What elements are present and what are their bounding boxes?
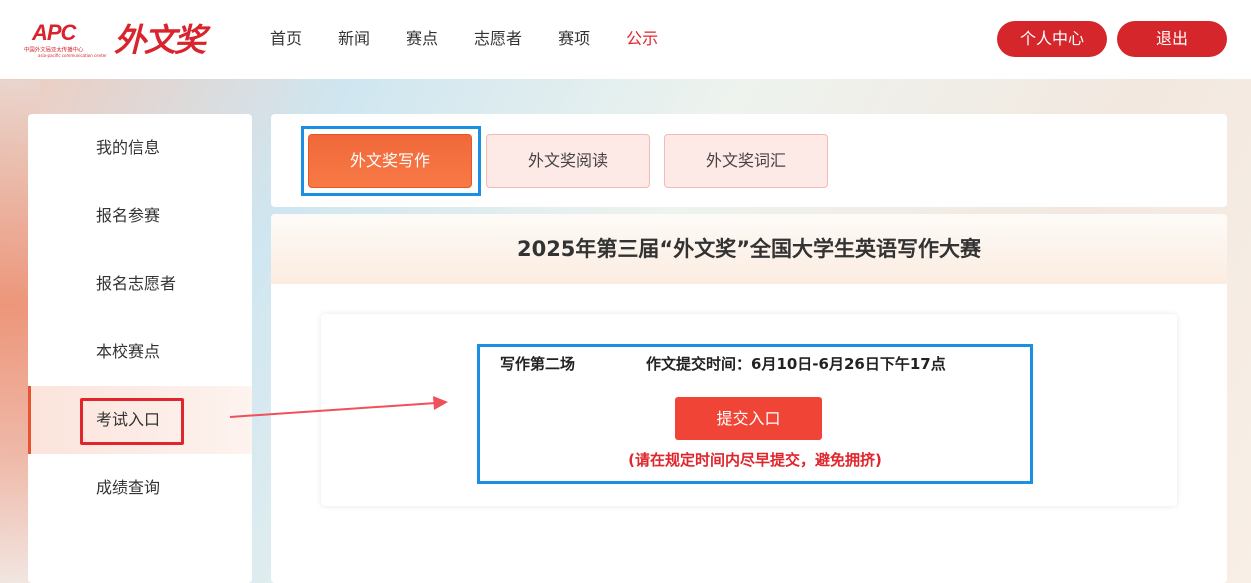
nav-home[interactable]: 首页 <box>270 28 302 50</box>
exam-highlight-box: 写作第二场 作文提交时间：6月10日-6月26日下午17点 提交入口 (请在规定… <box>477 344 1033 484</box>
top-header: APC 中国外文局亚太传播中心 asia-pacific communicati… <box>0 0 1251 79</box>
nav-news[interactable]: 新闻 <box>338 28 370 50</box>
submission-notice: (请在规定时间内尽早提交，避免拥挤) <box>628 451 882 469</box>
sidebar: 我的信息 报名参赛 报名志愿者 本校赛点 考试入口 成绩查询 <box>28 114 252 583</box>
exam-session-name: 写作第二场 <box>500 355 576 373</box>
brand-logo[interactable]: 外文奖 <box>114 20 206 60</box>
user-center-button[interactable]: 个人中心 <box>997 21 1107 57</box>
exam-entry-highlight-box <box>80 398 184 445</box>
contest-tabs: 外文奖写作 外文奖阅读 外文奖词汇 <box>271 114 1227 207</box>
tab-writing[interactable]: 外文奖写作 <box>308 134 472 188</box>
sidebar-item-school-venue[interactable]: 本校赛点 <box>28 318 252 386</box>
apc-logo-subtitle-en: asia-pacific communication center <box>38 53 107 58</box>
page-title: 2025年第三届“外文奖”全国大学生英语写作大赛 <box>516 237 982 261</box>
nav-volunteers[interactable]: 志愿者 <box>474 28 522 50</box>
apc-logo-subtitle: 中国外文局亚太传播中心 <box>24 46 84 54</box>
exam-submission-time: 作文提交时间：6月10日-6月26日下午17点 <box>646 355 946 373</box>
sidebar-item-my-info[interactable]: 我的信息 <box>28 114 252 182</box>
sidebar-item-register-volunteer[interactable]: 报名志愿者 <box>28 250 252 318</box>
sidebar-item-register-contest[interactable]: 报名参赛 <box>28 182 252 250</box>
main-nav: 首页 新闻 赛点 志愿者 赛项 公示 <box>270 28 694 50</box>
apc-logo[interactable]: APC 中国外文局亚太传播中心 asia-pacific communicati… <box>24 20 107 60</box>
exam-card: 写作第二场 作文提交时间：6月10日-6月26日下午17点 提交入口 (请在规定… <box>321 314 1177 506</box>
tab-reading[interactable]: 外文奖阅读 <box>486 134 650 188</box>
logout-button[interactable]: 退出 <box>1117 21 1227 57</box>
tab-vocabulary[interactable]: 外文奖词汇 <box>664 134 828 188</box>
nav-venues[interactable]: 赛点 <box>406 28 438 50</box>
main-content: 2025年第三届“外文奖”全国大学生英语写作大赛 写作第二场 作文提交时间：6月… <box>271 214 1227 583</box>
sidebar-item-score-query[interactable]: 成绩查询 <box>28 454 252 522</box>
title-banner: 2025年第三届“外文奖”全国大学生英语写作大赛 <box>271 214 1227 284</box>
submit-entry-button[interactable]: 提交入口 <box>675 397 822 440</box>
nav-announcements[interactable]: 公示 <box>626 28 658 50</box>
apc-logo-text: APC <box>32 20 76 45</box>
nav-events[interactable]: 赛项 <box>558 28 590 50</box>
